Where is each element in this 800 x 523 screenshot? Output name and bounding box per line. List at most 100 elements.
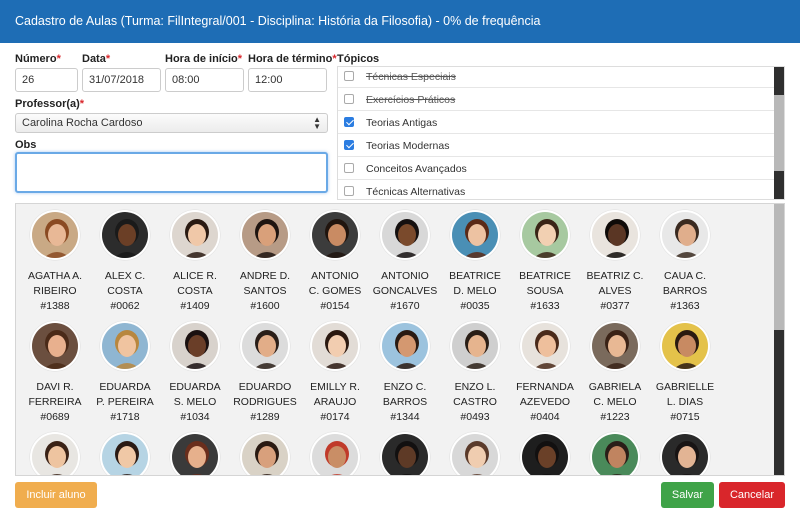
data-label: Data* (82, 53, 111, 65)
student-card[interactable]: ENZO L. CASTRO #0493 (440, 321, 510, 431)
student-avatar (170, 432, 220, 475)
students-scrollbar-thumb[interactable] (774, 204, 784, 330)
modal-title: Cadastro de Aulas (Turma: FilIntegral/00… (15, 14, 541, 28)
data-input[interactable]: 31/07/2018 (82, 68, 161, 92)
student-card[interactable]: EDUARDA P. PEREIRA #1718 (90, 321, 160, 431)
students-scrollbar[interactable] (774, 204, 784, 475)
student-card[interactable]: CAUA C. BARROS #1363 (650, 210, 720, 320)
topics-scrollbar[interactable] (774, 67, 784, 199)
hora-termino-input[interactable]: 12:00 (248, 68, 327, 92)
student-avatar (30, 210, 80, 260)
student-card[interactable] (580, 432, 650, 475)
professor-select-value: Carolina Rocha Cardoso (22, 117, 143, 129)
select-arrows-icon: ▲ ▼ (313, 115, 321, 131)
student-card[interactable]: ANTONIO C. GOMES #0154 (300, 210, 370, 320)
student-avatar (520, 432, 570, 475)
student-avatar (450, 321, 500, 371)
student-avatar (30, 432, 80, 475)
hora-inicio-label: Hora de início* (165, 53, 243, 65)
student-card[interactable]: ALICE R. COSTA #1409 (160, 210, 230, 320)
topic-checkbox[interactable] (344, 163, 354, 173)
topic-item[interactable]: Exercícios Práticos (338, 88, 776, 111)
topic-checkbox[interactable] (344, 117, 354, 127)
student-avatar (450, 210, 500, 260)
student-card[interactable] (230, 432, 300, 475)
topic-label: Exercícios Práticos (366, 94, 456, 106)
topic-item[interactable]: Técnicas Especiais (338, 67, 776, 88)
topic-label: Conceitos Avançados (366, 163, 467, 175)
student-avatar (590, 210, 640, 260)
topic-item[interactable]: Teorias Modernas (338, 134, 776, 157)
student-avatar (240, 210, 290, 260)
student-avatar (450, 432, 500, 475)
student-card[interactable] (440, 432, 510, 475)
professor-label: Professor(a)* (15, 98, 85, 110)
student-card[interactable]: ANTONIO GONCALVES #1670 (370, 210, 440, 320)
student-card[interactable]: DAVI R. FERREIRA #0689 (20, 321, 90, 431)
student-id: #1363 (670, 300, 700, 312)
student-last: L. DIAS (666, 396, 704, 408)
topics-scrollbar-thumb[interactable] (774, 95, 784, 171)
professor-select[interactable]: Carolina Rocha Cardoso ▲ ▼ (15, 113, 328, 133)
student-card[interactable]: EDUARDO RODRIGUES #1289 (230, 321, 300, 431)
student-avatar (380, 432, 430, 475)
student-avatar (660, 432, 710, 475)
topic-checkbox[interactable] (344, 71, 354, 81)
hora-inicio-input[interactable]: 08:00 (165, 68, 244, 92)
student-avatar (380, 321, 430, 371)
topic-checkbox[interactable] (344, 94, 354, 104)
student-card[interactable]: GABRIELA C. MELO #1223 (580, 321, 650, 431)
topic-label: Técnicas Alternativas (366, 186, 466, 198)
student-avatar (590, 321, 640, 371)
student-card[interactable] (160, 432, 230, 475)
numero-input[interactable]: 26 (15, 68, 78, 92)
topic-item[interactable]: Técnicas Alternativas (338, 180, 776, 199)
topic-checkbox[interactable] (344, 140, 354, 150)
student-card[interactable] (510, 432, 580, 475)
student-first: CAUA C. (663, 270, 706, 282)
student-avatar (30, 321, 80, 371)
topic-item[interactable]: Conceitos Avançados (338, 157, 776, 180)
topic-checkbox[interactable] (344, 186, 354, 196)
student-avatar (100, 432, 150, 475)
student-card[interactable]: ALEX C. COSTA #0062 (90, 210, 160, 320)
student-name: CAUA C. BARROS #1363 (644, 269, 726, 314)
student-card[interactable]: EMILLY R. ARAUJO #0174 (300, 321, 370, 431)
obs-label: Obs (15, 139, 37, 151)
topic-label: Teorias Antigas (366, 117, 438, 129)
student-card[interactable]: ENZO C. BARROS #1344 (370, 321, 440, 431)
student-first: GABRIELLE (655, 381, 715, 393)
student-card[interactable]: BEATRIZ C. ALVES #0377 (580, 210, 650, 320)
student-card[interactable]: ANDRE D. SANTOS #1600 (230, 210, 300, 320)
student-card[interactable]: FERNANDA AZEVEDO #0404 (510, 321, 580, 431)
student-card[interactable] (90, 432, 160, 475)
student-avatar (310, 210, 360, 260)
student-avatar (100, 210, 150, 260)
student-card[interactable]: GABRIELLE L. DIAS #0715 (650, 321, 720, 431)
student-avatar (100, 321, 150, 371)
student-card[interactable] (20, 432, 90, 475)
topic-item[interactable]: Teorias Antigas (338, 111, 776, 134)
student-card[interactable]: AGATHA A. RIBEIRO #1388 (20, 210, 90, 320)
student-avatar (660, 210, 710, 260)
topic-label: Teorias Modernas (366, 140, 450, 152)
student-card[interactable]: EDUARDA S. MELO #1034 (160, 321, 230, 431)
student-card[interactable]: BEATRICE SOUSA #1633 (510, 210, 580, 320)
topicos-label: Tópicos (337, 53, 380, 65)
student-card[interactable] (300, 432, 370, 475)
save-button[interactable]: Salvar (661, 482, 714, 508)
student-id: #0715 (670, 411, 700, 423)
student-name: GABRIELLE L. DIAS #0715 (644, 380, 726, 425)
hora-termino-label: Hora de término* (248, 53, 337, 65)
student-card[interactable] (650, 432, 720, 475)
obs-textarea[interactable] (15, 152, 328, 193)
student-avatar (520, 321, 570, 371)
student-avatar (660, 321, 710, 371)
cancel-button[interactable]: Cancelar (719, 482, 785, 508)
student-avatar (240, 321, 290, 371)
student-card[interactable] (370, 432, 440, 475)
modal-header: Cadastro de Aulas (Turma: FilIntegral/00… (0, 0, 800, 43)
student-avatar (520, 210, 570, 260)
student-card[interactable]: BEATRICE D. MELO #0035 (440, 210, 510, 320)
add-student-button[interactable]: Incluir aluno (15, 482, 97, 508)
